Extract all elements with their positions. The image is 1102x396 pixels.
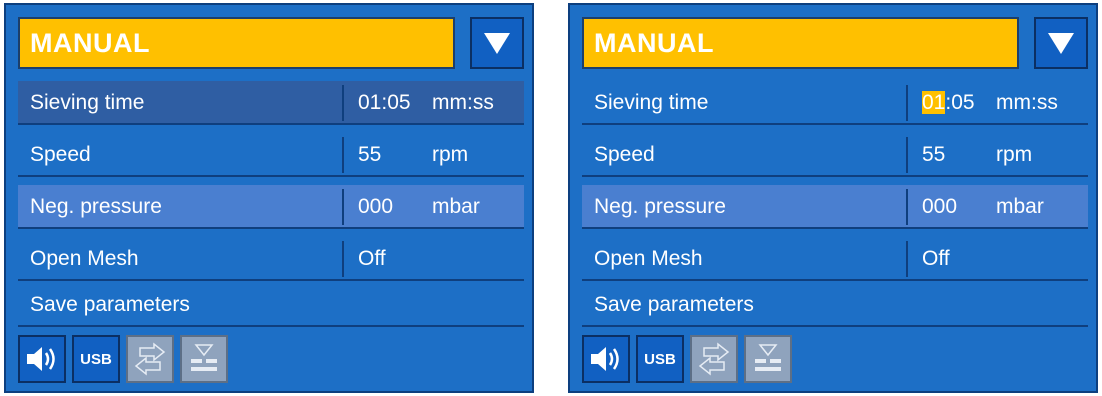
row-open-mesh[interactable]: Open Mesh Off bbox=[582, 237, 1088, 281]
speaker-icon bbox=[27, 347, 55, 371]
neg-pressure-unit: mbar bbox=[432, 195, 480, 218]
mode-title-bar: MANUAL bbox=[582, 17, 1019, 69]
neg-pressure-value: 000 bbox=[358, 195, 394, 218]
open-mesh-value: Off bbox=[358, 247, 386, 270]
column-divider bbox=[906, 85, 908, 121]
sieving-time-unit: mm:ss bbox=[996, 91, 1058, 114]
row-sieving-time[interactable]: Sieving time 01:05 mm:ss bbox=[18, 81, 524, 125]
sieving-time-value: 01:05 bbox=[358, 91, 411, 114]
row-divider bbox=[582, 227, 1088, 229]
row-divider bbox=[582, 175, 1088, 177]
open-mesh-value: Off bbox=[922, 247, 950, 270]
data-transfer-button[interactable] bbox=[126, 335, 174, 383]
row-save-parameters[interactable]: Save parameters bbox=[18, 283, 524, 327]
row-neg-pressure[interactable]: Neg. pressure 000 mbar bbox=[18, 185, 524, 229]
open-mesh-label: Open Mesh bbox=[594, 247, 703, 270]
row-sieving-time[interactable]: Sieving time 01:05 mm:ss bbox=[582, 81, 1088, 125]
column-divider bbox=[342, 137, 344, 173]
speed-label: Speed bbox=[30, 143, 91, 166]
sieve-stack-button[interactable] bbox=[180, 335, 228, 383]
row-open-mesh[interactable]: Open Mesh Off bbox=[18, 237, 524, 281]
column-divider bbox=[342, 85, 344, 121]
column-divider bbox=[906, 189, 908, 225]
row-divider bbox=[18, 279, 524, 281]
row-divider bbox=[582, 279, 1088, 281]
column-divider bbox=[342, 241, 344, 277]
speed-unit: rpm bbox=[432, 143, 469, 166]
mode-dropdown-button[interactable] bbox=[470, 17, 524, 69]
usb-button[interactable]: USB bbox=[72, 335, 120, 383]
row-divider bbox=[582, 325, 1088, 327]
sieve-stack-icon bbox=[755, 344, 781, 371]
usb-icon: USB bbox=[80, 350, 112, 368]
speaker-button[interactable] bbox=[582, 335, 630, 383]
mode-title: MANUAL bbox=[30, 28, 150, 58]
sieve-stack-button[interactable] bbox=[744, 335, 792, 383]
dropdown-arrow-icon bbox=[1048, 33, 1074, 54]
row-divider bbox=[18, 325, 524, 327]
open-mesh-label: Open Mesh bbox=[30, 247, 139, 270]
row-divider bbox=[18, 123, 524, 125]
sieve-stack-icon bbox=[191, 344, 217, 371]
row-divider bbox=[18, 227, 524, 229]
speaker-button[interactable] bbox=[18, 335, 66, 383]
save-parameters-label: Save parameters bbox=[594, 293, 754, 316]
data-transfer-icon bbox=[698, 342, 730, 376]
save-parameters-label: Save parameters bbox=[30, 293, 190, 316]
neg-pressure-label: Neg. pressure bbox=[30, 195, 162, 218]
speed-value: 55 bbox=[922, 143, 946, 166]
row-divider bbox=[582, 123, 1088, 125]
mode-dropdown-button[interactable] bbox=[1034, 17, 1088, 69]
mode-title: MANUAL bbox=[594, 28, 714, 58]
speed-label: Speed bbox=[594, 143, 655, 166]
dropdown-arrow-icon bbox=[484, 33, 510, 54]
row-speed[interactable]: Speed 55 rpm bbox=[18, 133, 524, 177]
row-divider bbox=[18, 175, 524, 177]
row-neg-pressure[interactable]: Neg. pressure 000 mbar bbox=[582, 185, 1088, 229]
manual-panel-right: MANUAL Sieving time 01:05 mm:ss Speed 55… bbox=[568, 3, 1098, 393]
usb-button[interactable]: USB bbox=[636, 335, 684, 383]
data-transfer-button[interactable] bbox=[690, 335, 738, 383]
data-transfer-icon bbox=[134, 342, 166, 376]
speed-value: 55 bbox=[358, 143, 382, 166]
speaker-icon bbox=[591, 347, 619, 371]
sieving-time-label: Sieving time bbox=[30, 91, 145, 114]
row-save-parameters[interactable]: Save parameters bbox=[582, 283, 1088, 327]
speed-unit: rpm bbox=[996, 143, 1033, 166]
sieving-time-label: Sieving time bbox=[594, 91, 709, 114]
usb-icon: USB bbox=[644, 350, 676, 368]
mode-title-bar: MANUAL bbox=[18, 17, 455, 69]
sieving-time-unit: mm:ss bbox=[432, 91, 494, 114]
minutes-edit-field[interactable]: 01 bbox=[922, 91, 946, 114]
neg-pressure-label: Neg. pressure bbox=[594, 195, 726, 218]
sieving-time-value[interactable]: 01:05 bbox=[922, 91, 975, 115]
column-divider bbox=[906, 137, 908, 173]
neg-pressure-value: 000 bbox=[922, 195, 958, 218]
seconds-value: :05 bbox=[945, 91, 975, 114]
neg-pressure-unit: mbar bbox=[996, 195, 1044, 218]
column-divider bbox=[906, 241, 908, 277]
column-divider bbox=[342, 189, 344, 225]
manual-panel-left: MANUAL Sieving time 01:05 mm:ss Speed 55… bbox=[4, 3, 534, 393]
row-speed[interactable]: Speed 55 rpm bbox=[582, 133, 1088, 177]
